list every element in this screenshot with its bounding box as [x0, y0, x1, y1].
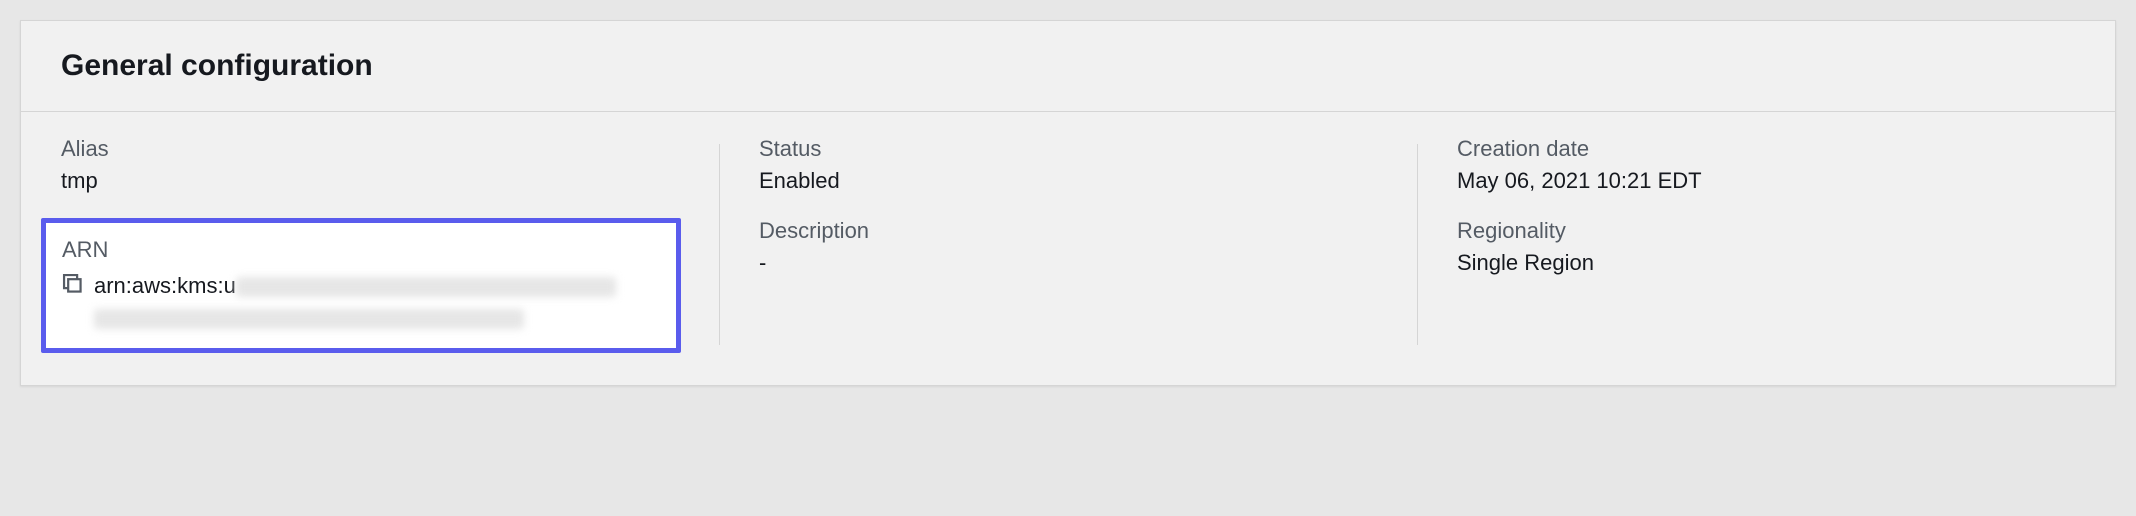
creation-date-field: Creation date May 06, 2021 10:21 EDT: [1457, 136, 2075, 194]
creation-date-label: Creation date: [1457, 136, 2075, 162]
arn-redacted-portion-2: [94, 309, 524, 329]
alias-field: Alias tmp: [61, 136, 679, 194]
creation-date-value: May 06, 2021 10:21 EDT: [1457, 168, 2075, 194]
status-label: Status: [759, 136, 1377, 162]
arn-value: arn:aws:kms:u: [94, 271, 616, 330]
column-3: Creation date May 06, 2021 10:21 EDT Reg…: [1417, 136, 2115, 353]
column-1: Alias tmp ARN arn:aws:kms:u: [21, 136, 719, 353]
regionality-label: Regionality: [1457, 218, 2075, 244]
regionality-value: Single Region: [1457, 250, 2075, 276]
description-field: Description -: [759, 218, 1377, 276]
copy-icon[interactable]: [62, 273, 84, 300]
alias-value: tmp: [61, 168, 679, 194]
regionality-field: Regionality Single Region: [1457, 218, 2075, 276]
panel-header: General configuration: [21, 21, 2115, 112]
arn-label: ARN: [62, 237, 660, 263]
arn-field: arn:aws:kms:u: [62, 271, 660, 330]
description-label: Description: [759, 218, 1377, 244]
general-configuration-panel: General configuration Alias tmp ARN: [20, 20, 2116, 386]
description-value: -: [759, 250, 1377, 276]
arn-highlight-box: ARN arn:aws:kms:u: [41, 218, 681, 353]
status-value: Enabled: [759, 168, 1377, 194]
panel-body: Alias tmp ARN arn:aws:kms:u: [21, 112, 2115, 385]
column-2: Status Enabled Description -: [719, 136, 1417, 353]
arn-prefix: arn:aws:kms:u: [94, 273, 236, 298]
status-field: Status Enabled: [759, 136, 1377, 194]
arn-redacted-portion: [236, 277, 616, 297]
alias-label: Alias: [61, 136, 679, 162]
panel-title: General configuration: [61, 49, 2075, 83]
